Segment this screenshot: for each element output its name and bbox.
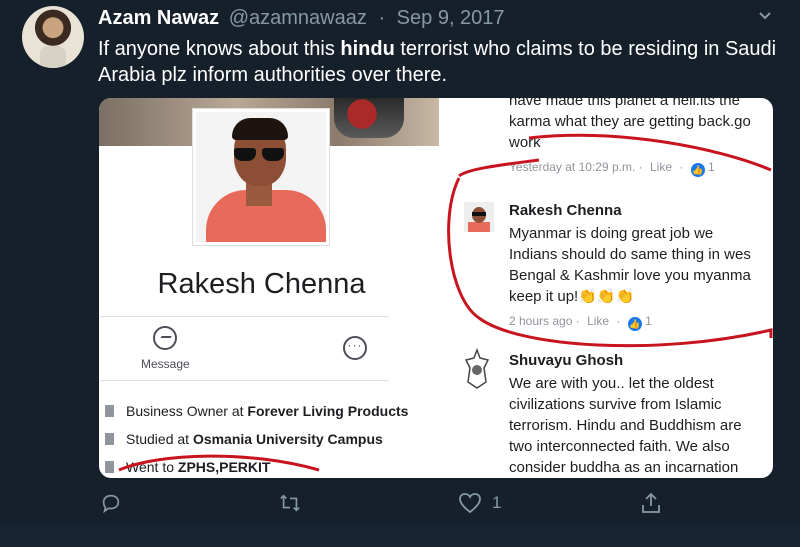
tweet-header: Azam Nawaz @azamnawaaz · Sep 9, 2017 [98,7,505,30]
tweet-actions: 1 [0,490,800,520]
reply-icon[interactable] [100,492,122,514]
chevron-down-icon[interactable] [756,6,774,24]
tweet-image[interactable]: Rakesh Chenna Message ··· Business Owner… [99,98,773,478]
share-icon[interactable] [640,491,662,515]
next-tweet-partial [0,522,800,547]
author-handle[interactable]: @azamnawaaz [229,7,367,29]
separator: · [378,7,386,29]
red-annotation [118,133,773,472]
tweet-text-before: If anyone knows about this [98,38,341,60]
tweet-text-bold: hindu [340,38,395,60]
retweet-icon[interactable] [278,492,302,514]
like-count: 1 [492,493,502,512]
author-name[interactable]: Azam Nawaz [98,7,219,29]
tweet-date[interactable]: Sep 9, 2017 [397,7,505,29]
avatar[interactable] [22,6,84,68]
tweet-text: If anyone knows about this hindu terrori… [98,36,778,88]
heart-icon[interactable] [458,492,482,514]
